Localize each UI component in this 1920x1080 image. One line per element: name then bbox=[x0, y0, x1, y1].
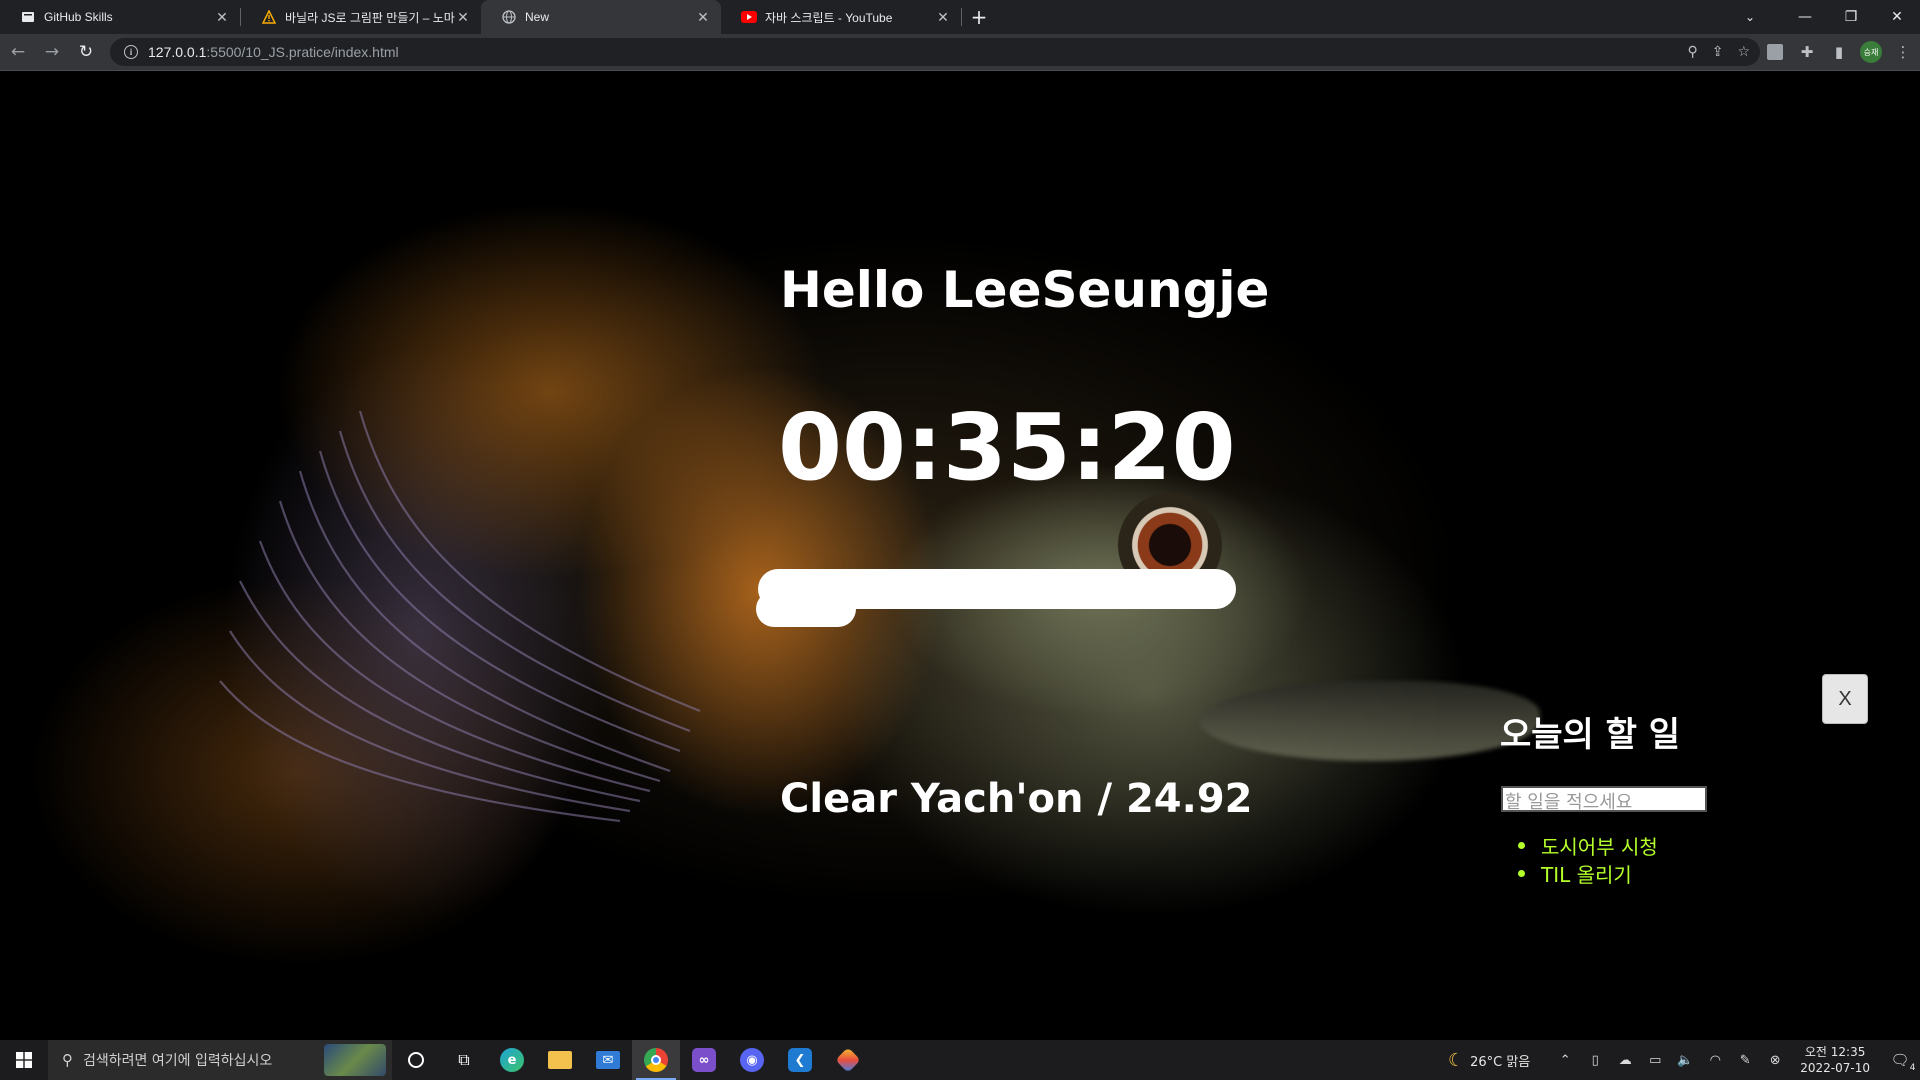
omnibox-actions: ⚲ ⇪ ☆ bbox=[1687, 38, 1750, 66]
fish-fin-illustration bbox=[219, 410, 701, 823]
extensions-puzzle-icon[interactable]: ✚ bbox=[1796, 41, 1818, 63]
back-icon[interactable]: ← bbox=[2, 36, 34, 68]
extension-icon[interactable] bbox=[1764, 41, 1786, 63]
forward-icon[interactable]: → bbox=[36, 36, 68, 68]
volume-icon[interactable]: 🔈 bbox=[1670, 1053, 1700, 1068]
todo-title: 오늘의 할 일 bbox=[1500, 715, 1681, 755]
reload-icon[interactable]: ↻ bbox=[70, 36, 102, 68]
tab-title: New bbox=[525, 10, 550, 24]
pen-icon[interactable]: ✎ bbox=[1730, 1053, 1760, 1068]
tab-new[interactable]: New ✕ bbox=[481, 0, 721, 34]
battery-icon[interactable]: ▭ bbox=[1640, 1053, 1670, 1068]
tab-strip: GitHub Skills ✕ 바닐라 JS로 그림판 만들기 – 노마드 ✕ … bbox=[0, 0, 1920, 34]
taskbar-time: 오전 12:35 bbox=[1804, 1045, 1866, 1059]
taskbar-search-box[interactable]: ⚲ 검색하려면 여기에 입력하십시오 bbox=[48, 1040, 392, 1080]
vscode-icon[interactable]: ❮ bbox=[776, 1040, 824, 1080]
url-path: :5500/10_JS.pratice/index.html bbox=[206, 44, 399, 60]
search-icon: ⚲ bbox=[62, 1051, 73, 1069]
search-highlight-image bbox=[324, 1044, 386, 1076]
discord-icon[interactable]: ◉ bbox=[728, 1040, 776, 1080]
cloud-icon[interactable]: ☁ bbox=[1610, 1053, 1640, 1068]
toolbar-right: ✚ ▮ 승재 ⋮ bbox=[1764, 34, 1914, 70]
task-view-icon[interactable]: ⧉ bbox=[440, 1040, 488, 1080]
share-icon[interactable]: ⇪ bbox=[1712, 44, 1724, 60]
digital-clock: 00:35:20 bbox=[778, 394, 1236, 501]
redaction-mark-tail bbox=[756, 591, 856, 627]
visual-studio-icon[interactable]: ∞ bbox=[680, 1040, 728, 1080]
browser-toolbar: ← → ↻ i 127.0.0.1:5500/10_JS.pratice/ind… bbox=[0, 34, 1920, 70]
mail-icon[interactable]: ✉ bbox=[584, 1040, 632, 1080]
greeting-heading: Hello LeeSeungje bbox=[780, 261, 1270, 319]
todo-item[interactable]: TIL 올리기 bbox=[1518, 859, 1658, 887]
ime-icon[interactable]: ⊗ bbox=[1760, 1053, 1790, 1068]
cortana-icon[interactable] bbox=[392, 1040, 440, 1080]
window-controls: — ❐ ✕ bbox=[1782, 0, 1920, 34]
wifi-icon[interactable]: ◠ bbox=[1700, 1053, 1730, 1068]
todo-item-label: 도시어부 시청 bbox=[1541, 834, 1658, 859]
menu-kebab-icon[interactable]: ⋮ bbox=[1892, 41, 1914, 63]
globe-icon bbox=[501, 9, 517, 25]
site-info-icon[interactable]: i bbox=[124, 45, 138, 59]
fish-mouth-illustration bbox=[1200, 681, 1540, 761]
tab-vanilla-js[interactable]: 바닐라 JS로 그림판 만들기 – 노마드 ✕ bbox=[241, 0, 481, 34]
weather-widget[interactable]: ☾ 26°C 맑음 bbox=[1448, 1050, 1530, 1071]
moon-icon: ☾ bbox=[1447, 1049, 1465, 1071]
tab-youtube[interactable]: 자바 스크립트 - YouTube ✕ bbox=[721, 0, 961, 34]
tab-search-icon[interactable]: ⌄ bbox=[1730, 0, 1770, 34]
windows-start-icon[interactable] bbox=[0, 1040, 48, 1080]
minimize-icon[interactable]: — bbox=[1782, 0, 1828, 34]
tab-github-skills[interactable]: GitHub Skills ✕ bbox=[0, 0, 240, 34]
close-tab-icon[interactable]: ✕ bbox=[935, 9, 951, 26]
new-tab-button[interactable]: + bbox=[962, 0, 996, 34]
edge-icon[interactable]: e bbox=[488, 1040, 536, 1080]
todo-item[interactable]: 도시어부 시청 bbox=[1518, 831, 1658, 859]
device-icon[interactable]: ▯ bbox=[1580, 1053, 1610, 1068]
github-icon bbox=[20, 9, 36, 25]
location-icon[interactable]: ⚲ bbox=[1687, 44, 1697, 60]
tab-title: 자바 스크립트 - YouTube bbox=[765, 10, 893, 25]
taskbar-search-placeholder: 검색하려면 여기에 입력하십시오 bbox=[83, 1053, 273, 1069]
system-tray: ☾ 26°C 맑음 ⌃ ▯ ☁ ▭ 🔈 ◠ ✎ ⊗ 오전 12:35 2022-… bbox=[1448, 1040, 1920, 1080]
bullet-icon bbox=[1518, 869, 1525, 877]
close-button[interactable]: X bbox=[1822, 674, 1868, 724]
todo-input[interactable]: 할 일을 적으세요 bbox=[1501, 786, 1707, 813]
close-tab-icon[interactable]: ✕ bbox=[214, 9, 230, 26]
close-window-icon[interactable]: ✕ bbox=[1874, 0, 1920, 34]
windows-taskbar: ⚲ 검색하려면 여기에 입력하십시오 ⧉ e ✉ ∞ ◉ ❮ ☾ 26°C 맑음… bbox=[0, 1040, 1920, 1080]
youtube-icon bbox=[741, 9, 757, 25]
weather-quote: Clear Yach'on / 24.92 bbox=[780, 776, 1253, 822]
bullet-icon bbox=[1518, 841, 1525, 849]
file-explorer-icon[interactable] bbox=[536, 1040, 584, 1080]
close-tab-icon[interactable]: ✕ bbox=[695, 9, 711, 26]
weather-text: 26°C 맑음 bbox=[1470, 1054, 1531, 1070]
chrome-icon[interactable] bbox=[632, 1040, 680, 1080]
git-kraken-icon[interactable] bbox=[824, 1040, 872, 1080]
taskbar-date: 2022-07-10 bbox=[1800, 1061, 1870, 1075]
notification-center-icon[interactable]: 🗨 4 bbox=[1880, 1040, 1920, 1080]
chevron-up-icon[interactable]: ⌃ bbox=[1550, 1053, 1580, 1068]
url-host: 127.0.0.1 bbox=[148, 44, 207, 60]
side-panel-icon[interactable]: ▮ bbox=[1828, 41, 1850, 63]
bookmark-star-icon[interactable]: ☆ bbox=[1737, 44, 1750, 60]
restore-icon[interactable]: ❐ bbox=[1828, 0, 1874, 34]
todo-item-label: TIL 올리기 bbox=[1541, 862, 1632, 887]
notification-count: 4 bbox=[1909, 1063, 1916, 1073]
tab-title: GitHub Skills bbox=[44, 10, 113, 24]
close-tab-icon[interactable]: ✕ bbox=[455, 9, 471, 26]
page-background: Hello LeeSeungje 00:35:20 Clear Yach'on … bbox=[0, 71, 1920, 1040]
address-bar[interactable]: i 127.0.0.1:5500/10_JS.pratice/index.htm… bbox=[110, 38, 1760, 66]
profile-avatar[interactable]: 승재 bbox=[1860, 41, 1882, 63]
warning-icon bbox=[261, 9, 277, 25]
todo-list: 도시어부 시청 TIL 올리기 bbox=[1518, 831, 1658, 887]
taskbar-clock[interactable]: 오전 12:35 2022-07-10 bbox=[1800, 1044, 1870, 1076]
tab-title: 바닐라 JS로 그림판 만들기 – 노마드 bbox=[285, 10, 455, 25]
